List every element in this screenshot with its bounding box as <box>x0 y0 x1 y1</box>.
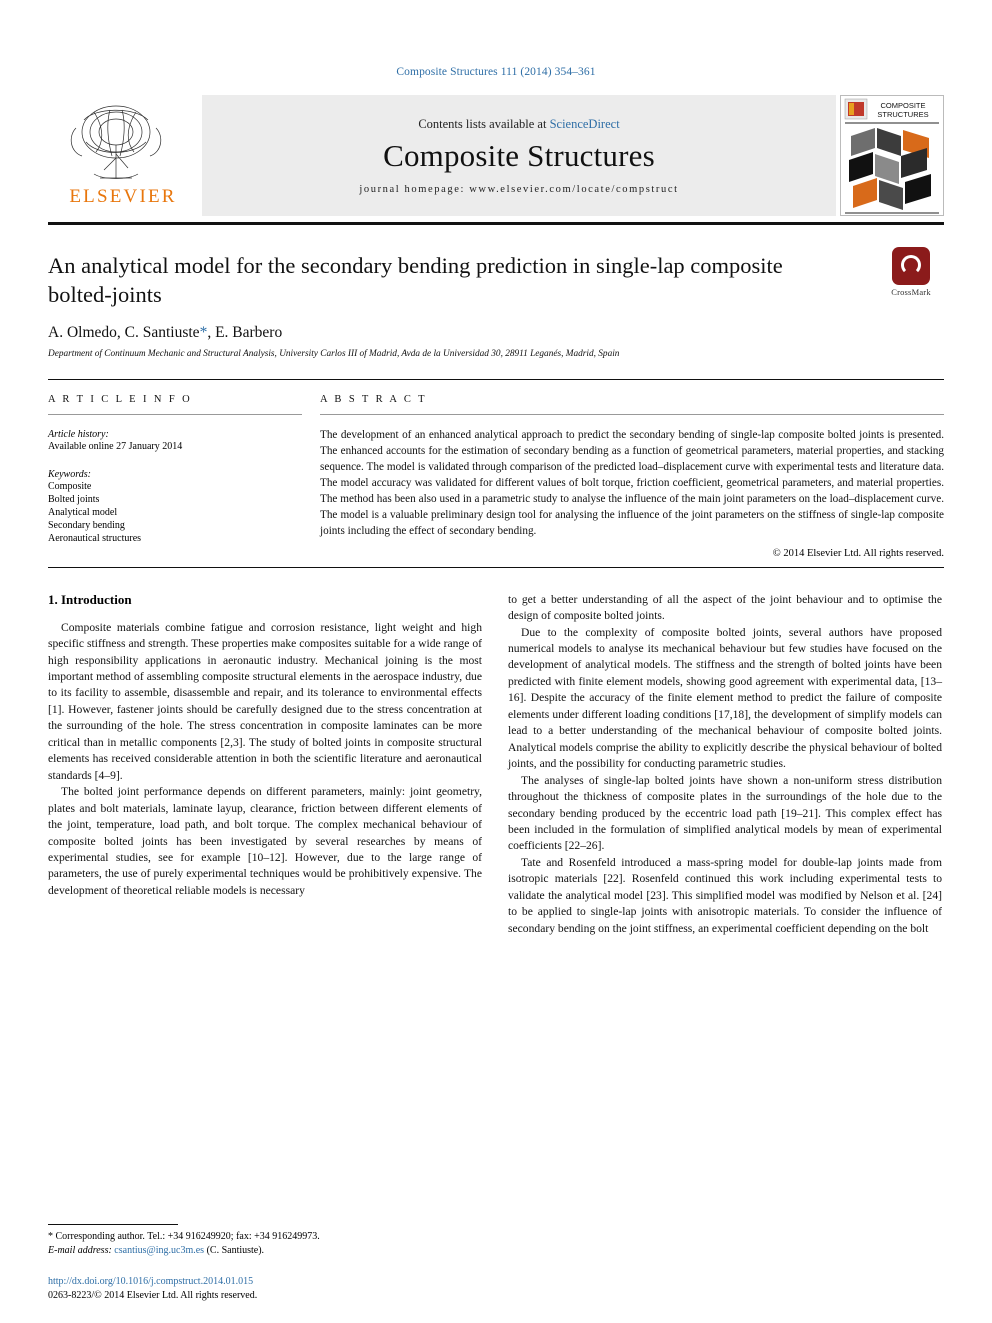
footnote-rule <box>48 1224 178 1225</box>
keyword-item: Aeronautical structures <box>48 533 142 545</box>
journal-title: Composite Structures <box>383 137 655 173</box>
keywords-label: Keywords: <box>48 468 91 480</box>
paragraph: to get a better understanding of all the… <box>508 592 942 623</box>
abstract-heading: A B S T R A C T <box>320 393 427 405</box>
abstract-bottom-divider <box>48 566 944 568</box>
keyword-item: Bolted joints <box>48 493 100 505</box>
affiliation: Department of Continuum Mechanic and Str… <box>48 348 620 359</box>
crossmark-badge[interactable]: CrossMark <box>878 247 944 297</box>
paragraph: Tate and Rosenfeld introduced a mass-spr… <box>508 855 942 935</box>
abstract-rule <box>320 413 944 415</box>
contents-prefix: Contents lists available at <box>418 116 550 131</box>
sciencedirect-link[interactable]: ScienceDirect <box>550 117 620 131</box>
cover-art-icon: COMPOSITE STRUCTURES <box>841 96 943 215</box>
masthead-center: Contents lists available at ScienceDirec… <box>202 95 836 216</box>
email-label: E-mail address: <box>48 1244 112 1256</box>
footnote-phone: * Corresponding author. Tel.: +34 916249… <box>48 1231 320 1242</box>
keyword-item: Composite <box>48 480 92 492</box>
keyword-item: Analytical model <box>48 506 118 518</box>
authors-post: , E. Barbero <box>207 323 283 341</box>
svg-text:COMPOSITE: COMPOSITE <box>880 101 925 110</box>
elsevier-logo: ELSEVIER <box>48 92 198 222</box>
crossmark-icon <box>892 247 930 285</box>
header-divider <box>48 378 944 380</box>
elsevier-tree-icon <box>70 105 162 179</box>
journal-reference: Composite Structures 111 (2014) 354–361 <box>396 66 596 78</box>
abstract-column: A B S T R A C T The development of an en… <box>320 394 944 559</box>
abstract-text: The development of an enhanced analytica… <box>320 428 944 537</box>
article-history-label: Article history: <box>48 428 109 440</box>
article-info-rule <box>48 413 302 415</box>
paragraph: The bolted joint performance depends on … <box>48 785 482 897</box>
keyword-item: Secondary bending <box>48 520 125 532</box>
email-link[interactable]: csantius@ing.uc3m.es <box>114 1245 204 1256</box>
article-history-value: Available online 27 January 2014 <box>48 440 183 452</box>
article-body: 1. Introduction Composite materials comb… <box>48 592 944 938</box>
journal-homepage[interactable]: journal homepage: www.elsevier.com/locat… <box>359 184 678 195</box>
crossmark-label: CrossMark <box>891 287 931 297</box>
author-list: A. Olmedo, C. Santiuste*, E. Barbero <box>48 324 944 342</box>
paragraph: Due to the complexity of composite bolte… <box>508 625 942 771</box>
article-info-column: A R T I C L E I N F O Article history: A… <box>48 394 320 559</box>
contents-available-line: Contents lists available at ScienceDirec… <box>418 117 619 132</box>
paragraph: The analyses of single-lap bolted joints… <box>508 773 942 853</box>
authors-pre: A. Olmedo, C. Santiuste <box>48 323 200 341</box>
page-title: An analytical model for the secondary be… <box>48 253 783 308</box>
corresponding-author-footnote: * Corresponding author. Tel.: +34 916249… <box>48 1224 482 1257</box>
body-column-right: to get a better understanding of all the… <box>508 592 942 938</box>
article-info-heading: A R T I C L E I N F O <box>48 393 193 405</box>
article-header: CrossMark An analytical model for the se… <box>48 247 944 359</box>
journal-masthead: ELSEVIER Contents lists available at Sci… <box>48 92 944 225</box>
issn-copyright: 0263-8223/© 2014 Elsevier Ltd. All right… <box>48 1290 258 1301</box>
doi-link[interactable]: http://dx.doi.org/10.1016/j.compstruct.2… <box>48 1275 548 1289</box>
page-footer: http://dx.doi.org/10.1016/j.compstruct.2… <box>48 1275 548 1303</box>
paper-page: Composite Structures 111 (2014) 354–361 <box>0 0 992 1323</box>
svg-text:STRUCTURES: STRUCTURES <box>877 110 928 119</box>
footnote-email-line: E-mail address: csantius@ing.uc3m.es (C.… <box>48 1244 482 1258</box>
journal-cover-thumbnail: COMPOSITE STRUCTURES <box>840 95 944 216</box>
email-suffix: (C. Santiuste). <box>204 1244 265 1256</box>
info-abstract-section: A R T I C L E I N F O Article history: A… <box>48 394 944 559</box>
body-column-left: 1. Introduction Composite materials comb… <box>48 592 482 938</box>
elsevier-wordmark: ELSEVIER <box>69 186 177 207</box>
paragraph: Composite materials combine fatigue and … <box>48 620 482 782</box>
copyright-line: © 2014 Elsevier Ltd. All rights reserved… <box>772 547 944 559</box>
section-heading-introduction: 1. Introduction <box>48 591 132 607</box>
